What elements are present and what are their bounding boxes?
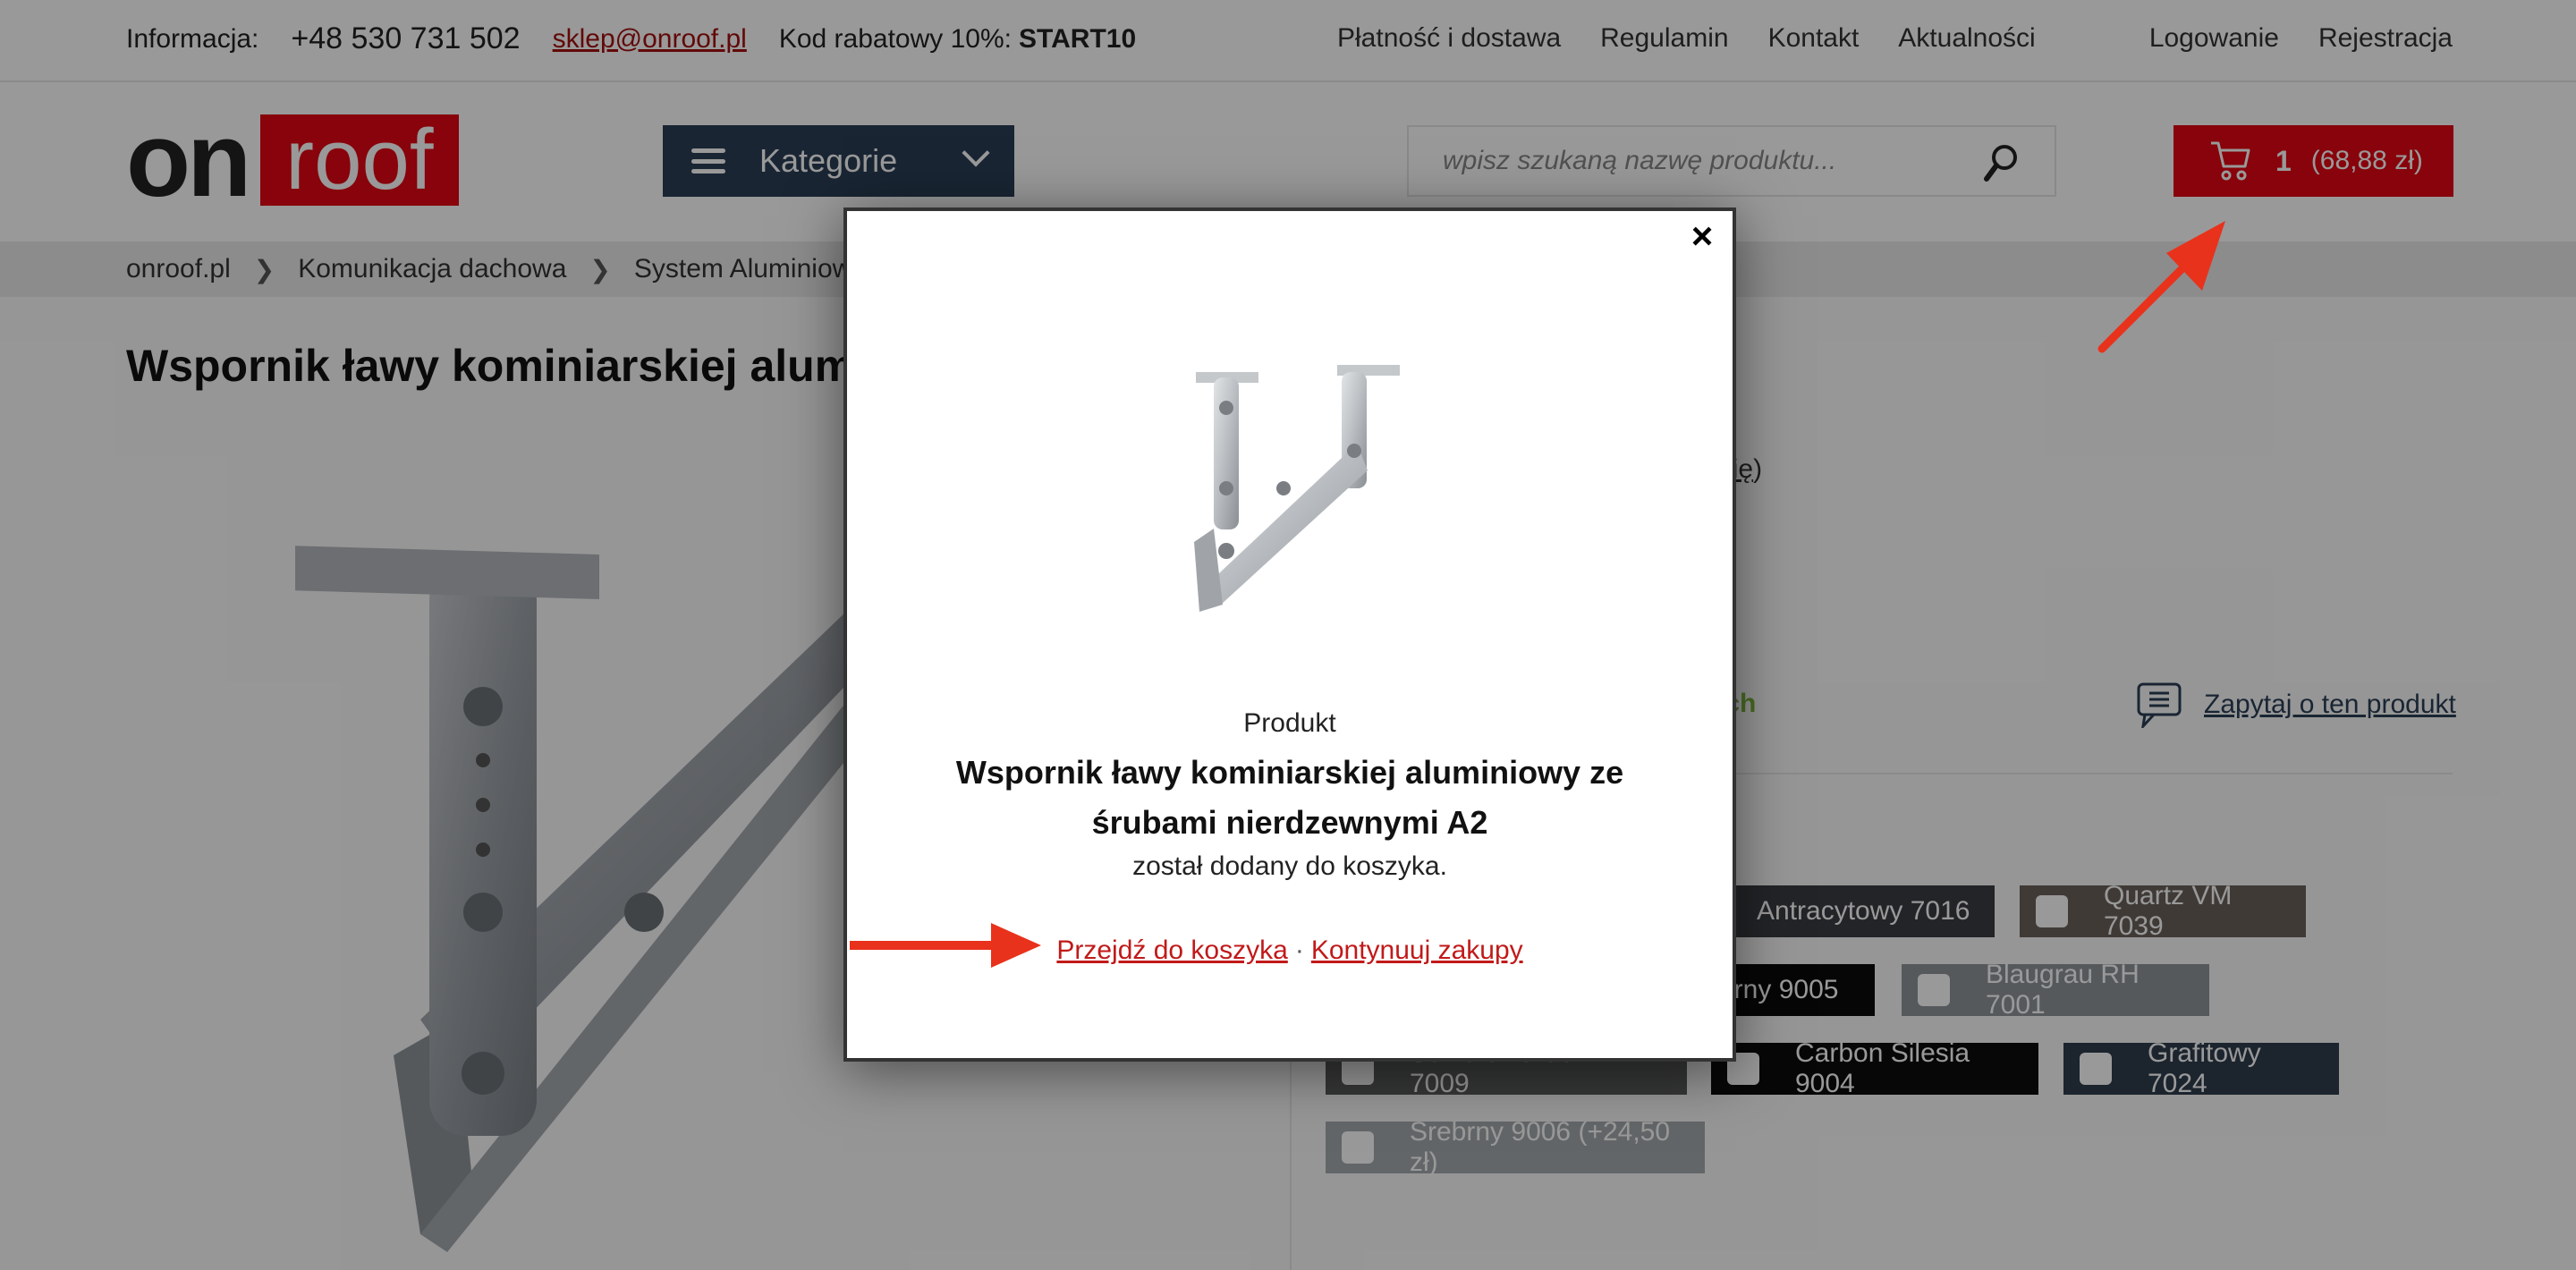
modal-product-name: Wspornik ławy kominiarskiej aluminiowy z… [955,754,1624,841]
separator: · [1294,936,1304,965]
modal-added-text: został dodany do koszyka. [1132,851,1447,881]
modal-product-image [1194,365,1400,612]
annotation-arrow-icon [850,923,1041,968]
modal-label: Produkt [1243,708,1336,738]
annotation-arrow-icon [2097,221,2225,353]
go-to-cart-link[interactable]: Przejdź do koszyka [1056,936,1287,965]
continue-shopping-link[interactable]: Kontynuuj zakupy [1311,936,1523,965]
close-icon[interactable]: × [1684,217,1720,255]
